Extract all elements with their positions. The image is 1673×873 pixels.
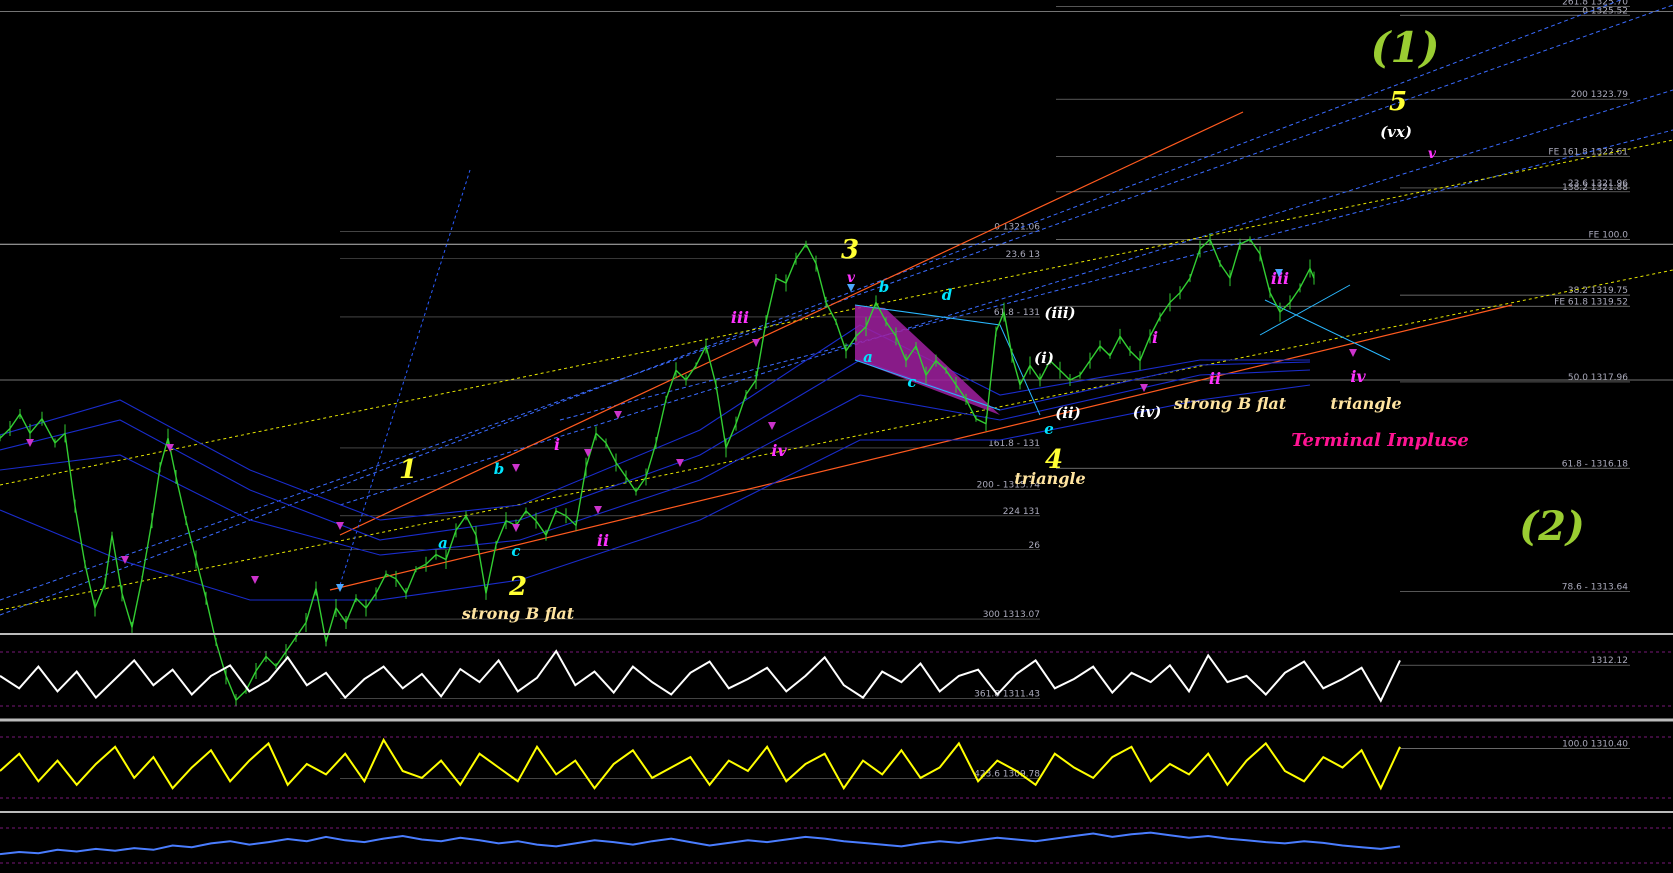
wave-label: ii	[597, 531, 609, 550]
wave-label: d	[942, 286, 953, 304]
fib-level-label: FE 161.8 1322.61	[1548, 147, 1628, 157]
fib-level-label: 23.6 1321.96	[1568, 179, 1628, 189]
wave-label: a	[863, 348, 873, 366]
wave-label: strong B flat	[461, 604, 575, 623]
wave-label: (ii)	[1055, 404, 1081, 422]
fib-level-label: 224 131	[1003, 507, 1040, 517]
wave-label: 5	[1389, 87, 1407, 117]
fib-level-label: 361.8 1311.43	[974, 690, 1040, 700]
fib-level-label: 61.8 - 131	[994, 308, 1040, 318]
wave-label: 1	[399, 455, 417, 485]
wave-label: c	[511, 542, 520, 560]
wave-label: ii	[1209, 369, 1221, 388]
wave-label: i	[1152, 328, 1158, 347]
wave-label: (2)	[1519, 503, 1585, 550]
fib-level-label: 100.0 1310.40	[1562, 740, 1628, 750]
fib-level-label: 200 1323.79	[1571, 90, 1629, 100]
fib-level-label: 0 1321.06	[994, 223, 1040, 233]
fib-level-label: 61.8 - 1316.18	[1562, 459, 1628, 469]
wave-label: b	[879, 278, 890, 296]
wave-label: (1)	[1371, 23, 1440, 72]
fib-level-label: FE 61.8 1319.52	[1554, 297, 1628, 307]
wave-label: (i)	[1034, 349, 1054, 367]
wave-label: 2	[508, 572, 527, 602]
wave-label: iv	[771, 441, 787, 460]
wave-label: (vx)	[1380, 123, 1412, 141]
wave-label: a	[438, 534, 448, 552]
wave-label: triangle	[1330, 394, 1401, 413]
fib-level-label: 50.0 1317.96	[1568, 373, 1628, 383]
wave-label: i	[554, 435, 560, 454]
fib-level-label: FE 100.0	[1589, 230, 1629, 240]
wave-label: Terminal Impluse	[1291, 430, 1469, 451]
wave-label: 3	[841, 235, 859, 265]
fib-level-label: 1312.12	[1591, 656, 1628, 666]
fib-level-label: 23.6 13	[1006, 250, 1040, 260]
wave-label: v	[1428, 146, 1437, 162]
elliott-wave-chart: 423.6 1330.69261.8 1325.700 1325.52200 1…	[0, 0, 1673, 873]
fib-level-label: 300 1313.07	[983, 610, 1040, 620]
wave-label: b	[494, 460, 505, 478]
wave-label: c	[907, 373, 916, 391]
wave-label: triangle	[1014, 469, 1085, 488]
wave-label: strong B flat	[1173, 394, 1287, 413]
fib-level-label: 38.2 1319.75	[1568, 286, 1628, 296]
wave-label: v	[847, 270, 856, 286]
fib-level-label: 26	[1029, 541, 1041, 551]
wave-label: e	[1044, 420, 1054, 438]
wave-label: iv	[1350, 367, 1366, 386]
wave-label: (iv)	[1133, 403, 1162, 421]
fib-level-label: 78.6 - 1313.64	[1562, 582, 1628, 592]
wave-label: iii	[731, 308, 749, 327]
wave-label: (iii)	[1044, 304, 1075, 322]
